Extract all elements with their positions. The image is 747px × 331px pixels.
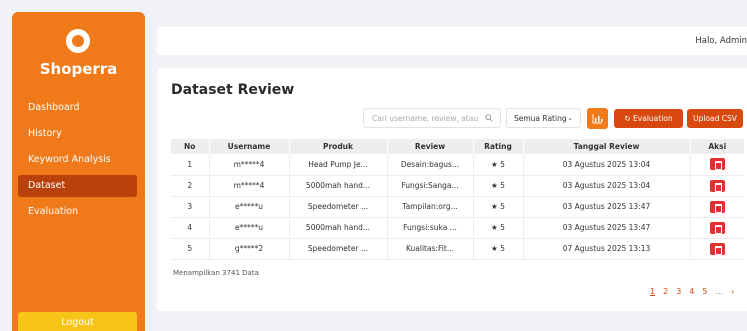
- cell-rating: ★ 5: [473, 196, 524, 218]
- evaluation-button-label: Evaluation: [633, 114, 673, 123]
- sidebar-item-keyword-analysis[interactable]: Keyword Analysis: [18, 149, 137, 171]
- cell-no: 3: [171, 196, 210, 218]
- user-greeting: Halo, Admin: [695, 36, 747, 46]
- cell-username: m*****4: [209, 154, 290, 176]
- page-link-3[interactable]: 3: [676, 287, 681, 296]
- sidebar-item-dashboard[interactable]: Dashboard: [18, 97, 137, 119]
- cell-aksi: [690, 175, 744, 197]
- column-header-no: No: [171, 139, 210, 154]
- column-header-produk: Produk: [289, 139, 388, 154]
- sidebar-item-dataset[interactable]: Dataset: [18, 175, 137, 197]
- cell-tanggal: 03 Agustus 2025 13:47: [523, 217, 691, 239]
- cell-username: e*****u: [209, 196, 290, 218]
- cell-review: Fungsi:Sanga...: [387, 175, 474, 197]
- cell-produk: Speedometer ...: [289, 238, 388, 260]
- chart-button[interactable]: [587, 108, 608, 129]
- page-link-5[interactable]: 5: [702, 287, 707, 296]
- cell-produk: Head Pump Je...: [289, 154, 388, 176]
- column-header-tanggal: Tanggal Review: [523, 139, 691, 154]
- column-header-username: Username: [209, 139, 290, 154]
- cell-tanggal: 07 Agustus 2025 13:13: [523, 238, 691, 260]
- brand-logo-icon: [66, 29, 90, 53]
- cell-review: Desain:bagus...: [387, 154, 474, 176]
- chevron-down-icon: ⌄: [567, 115, 573, 122]
- sidebar: Shoperra Dashboard History Keyword Analy…: [12, 12, 145, 331]
- cell-rating: ★ 5: [473, 217, 524, 239]
- delete-icon[interactable]: [709, 221, 725, 234]
- cell-rating: ★ 5: [473, 175, 524, 197]
- upload-csv-button[interactable]: Upload CSV: [687, 109, 743, 128]
- pagination: 1 2 3 4 5 ... ›: [650, 287, 734, 296]
- rating-filter-value: Semua Rating: [514, 114, 567, 123]
- brand-name: Shoperra: [39, 60, 118, 78]
- delete-icon[interactable]: [709, 158, 725, 171]
- evaluation-button[interactable]: ↻ Evaluation: [614, 109, 683, 128]
- sidebar-item-history[interactable]: History: [18, 123, 137, 145]
- refresh-icon: ↻: [624, 114, 634, 123]
- cell-username: e*****u: [209, 217, 290, 239]
- cell-aksi: [690, 196, 744, 218]
- table-row: 5 g*****2 Speedometer ... Kualitas:Fit..…: [171, 238, 744, 260]
- column-header-review: Review: [387, 139, 474, 154]
- table-row: 1 m*****4 Head Pump Je... Desain:bagus..…: [171, 154, 744, 176]
- delete-icon[interactable]: [709, 200, 725, 213]
- search-placeholder: Cari username, review, atau: [372, 114, 479, 123]
- cell-review: Tampilan:org...: [387, 196, 474, 218]
- cell-tanggal: 03 Agustus 2025 13:04: [523, 154, 691, 176]
- logout-button[interactable]: Logout: [18, 312, 137, 331]
- cell-aksi: [690, 217, 744, 239]
- cell-no: 2: [171, 175, 210, 197]
- page-link-2[interactable]: 2: [663, 287, 668, 296]
- column-header-aksi: Aksi: [690, 139, 744, 154]
- search-input[interactable]: Cari username, review, atau: [363, 108, 501, 128]
- cell-tanggal: 03 Agustus 2025 13:04: [523, 175, 691, 197]
- search-icon: [485, 114, 493, 122]
- table-row: 3 e*****u Speedometer ... Tampilan:org..…: [171, 196, 744, 218]
- page-link-1[interactable]: 1: [650, 287, 655, 296]
- delete-icon[interactable]: [709, 242, 725, 255]
- dataset-table: No Username Produk Review Rating Tanggal…: [171, 139, 744, 260]
- data-count-summary: Menampilkan 3741 Data: [173, 269, 259, 277]
- column-header-rating: Rating: [473, 139, 524, 154]
- cell-review: Fungsi:suka ...: [387, 217, 474, 239]
- cell-username: g*****2: [209, 238, 290, 260]
- cell-produk: Speedometer ...: [289, 196, 388, 218]
- cell-review: Kualitas:Fit...: [387, 238, 474, 260]
- cell-aksi: [690, 238, 744, 260]
- cell-rating: ★ 5: [473, 154, 524, 176]
- table-row: 4 e*****u 5000mah hand... Fungsi:suka ..…: [171, 217, 744, 239]
- top-bar: Halo, Admin: [157, 27, 747, 55]
- cell-produk: 5000mah hand...: [289, 217, 388, 239]
- dataset-card: Dataset Review Cari username, review, at…: [157, 68, 747, 311]
- next-page-icon[interactable]: ›: [731, 287, 734, 296]
- pagination-ellipsis: ...: [715, 287, 724, 296]
- cell-no: 1: [171, 154, 210, 176]
- cell-aksi: [690, 154, 744, 176]
- cell-username: m*****4: [209, 175, 290, 197]
- rating-filter-select[interactable]: Semua Rating ⌄: [506, 108, 581, 128]
- cell-no: 5: [171, 238, 210, 260]
- table-header-row: No Username Produk Review Rating Tanggal…: [171, 139, 744, 154]
- cell-tanggal: 03 Agustus 2025 13:47: [523, 196, 691, 218]
- page-link-4[interactable]: 4: [689, 287, 694, 296]
- cell-rating: ★ 5: [473, 238, 524, 260]
- sidebar-item-evaluation[interactable]: Evaluation: [18, 201, 137, 223]
- page-title: Dataset Review: [171, 82, 295, 98]
- sidebar-nav: Dashboard History Keyword Analysis Datas…: [18, 97, 137, 227]
- bar-chart-icon: [592, 114, 603, 124]
- delete-icon[interactable]: [709, 179, 725, 192]
- cell-produk: 5000mah hand...: [289, 175, 388, 197]
- table-row: 2 m*****4 5000mah hand... Fungsi:Sanga..…: [171, 175, 744, 197]
- cell-no: 4: [171, 217, 210, 239]
